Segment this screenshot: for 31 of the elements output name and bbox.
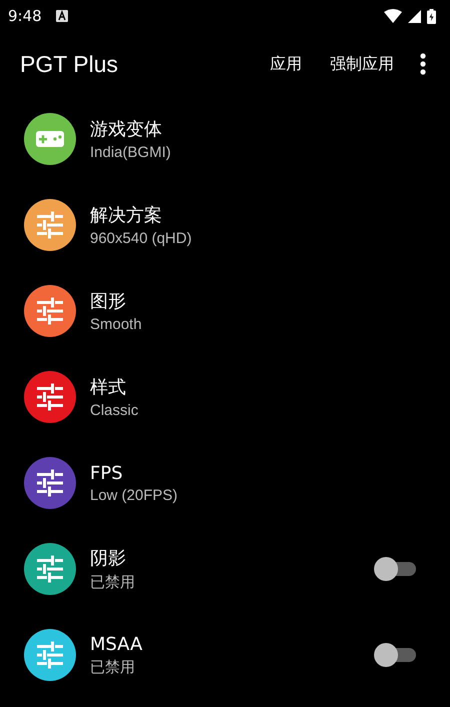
setting-value: Low (20FPS)	[90, 486, 178, 504]
setting-title: MSAA	[90, 634, 142, 654]
setting-title: 阴影	[90, 547, 127, 570]
setting-value: India(BGMI)	[90, 144, 171, 161]
setting-item[interactable]: 图形 Smooth	[0, 268, 450, 354]
setting-item[interactable]: 阴影 已禁用	[0, 526, 450, 612]
setting-item[interactable]: MSAA 已禁用	[0, 612, 450, 698]
action-button[interactable]: 强制应用	[322, 48, 402, 80]
action-button[interactable]: 应用	[262, 48, 310, 80]
wifi-icon	[384, 9, 402, 23]
setting-item[interactable]: 游戏变体 India(BGMI)	[0, 96, 450, 182]
signal-icon	[408, 10, 421, 22]
setting-item[interactable]: 解决方案 960x540 (qHD)	[0, 182, 450, 268]
notification-icon	[56, 10, 68, 22]
setting-title: 游戏变体	[90, 118, 163, 141]
battery-icon	[427, 8, 436, 24]
setting-item[interactable]: FPS Low (20FPS)	[0, 440, 450, 526]
setting-value: 已禁用	[90, 658, 136, 676]
setting-title: FPS	[90, 462, 124, 484]
setting-value: 已禁用	[90, 573, 135, 592]
setting-value: 960x540 (qHD)	[90, 230, 192, 247]
setting-title: 样式	[90, 376, 127, 399]
setting-value: Classic	[90, 402, 138, 419]
toggle-switch[interactable]	[374, 643, 416, 667]
setting-item[interactable]: 样式 Classic	[0, 354, 450, 440]
setting-title: 解决方案	[90, 204, 163, 227]
toggle-switch[interactable]	[374, 557, 416, 581]
setting-value: Smooth	[90, 316, 142, 333]
setting-title: 图形	[90, 290, 127, 313]
status-time: 9:48	[8, 7, 42, 25]
app-title: PGT Plus	[20, 50, 118, 78]
